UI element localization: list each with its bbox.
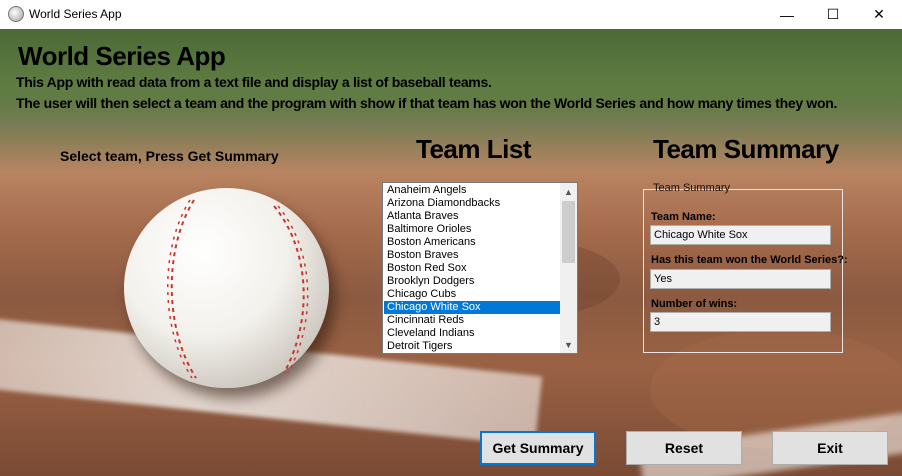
- list-item[interactable]: Baltimore Orioles: [384, 223, 560, 236]
- scroll-up-icon[interactable]: ▲: [560, 183, 577, 200]
- window-title: World Series App: [29, 7, 122, 21]
- list-item[interactable]: Brooklyn Dodgers: [384, 275, 560, 288]
- scroll-down-icon[interactable]: ▼: [560, 336, 577, 353]
- list-item[interactable]: Anaheim Angels: [384, 184, 560, 197]
- scroll-thumb[interactable]: [562, 201, 575, 263]
- team-list-items: Anaheim Angels Arizona Diamondbacks Atla…: [384, 184, 560, 353]
- get-summary-button[interactable]: Get Summary: [480, 431, 596, 465]
- minimize-button[interactable]: —: [764, 0, 810, 29]
- list-item[interactable]: Detroit Tigers: [384, 340, 560, 353]
- team-name-field[interactable]: Chicago White Sox: [650, 225, 831, 245]
- description-line-2: The user will then select a team and the…: [16, 95, 838, 111]
- instruction-label: Select team, Press Get Summary: [60, 148, 279, 164]
- team-summary-heading: Team Summary: [653, 134, 839, 164]
- list-item-selected[interactable]: Chicago White Sox: [384, 301, 560, 314]
- list-item[interactable]: Chicago Cubs: [384, 288, 560, 301]
- won-series-label: Has this team won the World Series?:: [651, 254, 848, 266]
- baseball-app-icon: [8, 6, 24, 22]
- title-bar: World Series App — ☐ ✕: [0, 0, 902, 29]
- group-legend: Team Summary: [653, 182, 731, 194]
- team-name-label: Team Name:: [651, 211, 716, 223]
- list-item[interactable]: Cleveland Indians: [384, 327, 560, 340]
- reset-button[interactable]: Reset: [626, 431, 742, 465]
- list-item[interactable]: Boston Braves: [384, 249, 560, 262]
- close-button[interactable]: ✕: [856, 0, 902, 29]
- list-item[interactable]: Cincinnati Reds: [384, 314, 560, 327]
- app-heading: World Series App: [18, 41, 226, 71]
- list-scrollbar[interactable]: ▲ ▼: [560, 183, 577, 353]
- number-of-wins-field[interactable]: 3: [650, 312, 831, 332]
- maximize-button[interactable]: ☐: [810, 0, 856, 29]
- list-item[interactable]: Boston Red Sox: [384, 262, 560, 275]
- list-item[interactable]: Boston Americans: [384, 236, 560, 249]
- number-of-wins-label: Number of wins:: [651, 298, 738, 310]
- list-item[interactable]: Arizona Diamondbacks: [384, 197, 560, 210]
- list-item[interactable]: Atlanta Braves: [384, 210, 560, 223]
- description-line-1: This App with read data from a text file…: [16, 74, 492, 90]
- exit-button[interactable]: Exit: [772, 431, 888, 465]
- baseball-image: [124, 188, 329, 388]
- team-list-heading: Team List: [416, 134, 531, 164]
- team-listbox[interactable]: Anaheim Angels Arizona Diamondbacks Atla…: [382, 182, 578, 354]
- won-series-field[interactable]: Yes: [650, 269, 831, 289]
